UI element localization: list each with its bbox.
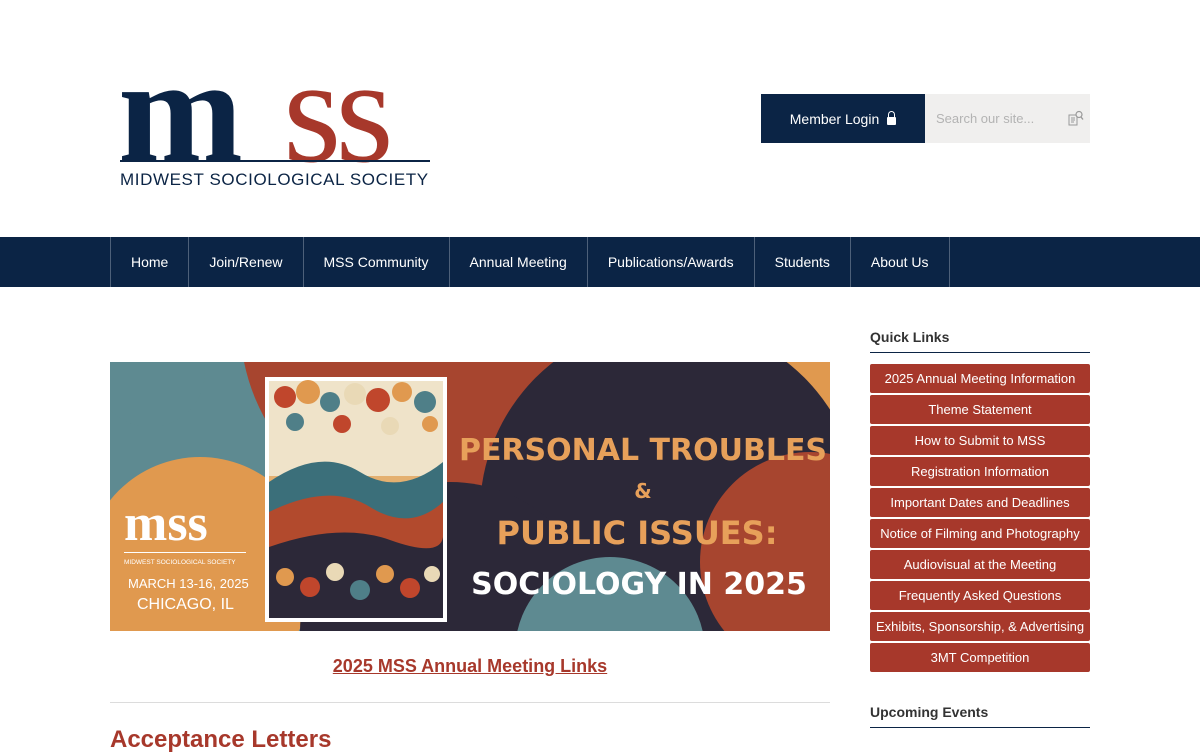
banner-line2: PUBLIC ISSUES: [497, 514, 778, 552]
lock-icon [887, 111, 897, 125]
quick-link-audiovisual[interactable]: Audiovisual at the Meeting [870, 550, 1090, 579]
acceptance-letters-heading: Acceptance Letters [110, 726, 332, 753]
upcoming-events-heading: Upcoming Events [870, 704, 1090, 728]
annual-meeting-links-link[interactable]: 2025 MSS Annual Meeting Links [110, 656, 830, 677]
quick-links-list: 2025 Annual Meeting Information Theme St… [870, 364, 1090, 674]
quick-link-dates-deadlines[interactable]: Important Dates and Deadlines [870, 488, 1090, 517]
banner-location: CHICAGO, IL [137, 596, 234, 613]
logo-ss-letters: ss [283, 28, 394, 194]
nav-annual-meeting[interactable]: Annual Meeting [450, 237, 588, 287]
logo-m-letter: m [118, 28, 243, 194]
member-login-button[interactable]: Member Login [761, 94, 925, 143]
main-navigation: Home Join/Renew MSS Community Annual Mee… [0, 237, 1200, 287]
quick-links-heading: Quick Links [870, 329, 1090, 353]
logo-rule [120, 160, 430, 162]
quick-link-3mt[interactable]: 3MT Competition [870, 643, 1090, 672]
nav-home[interactable]: Home [111, 237, 190, 287]
nav-publications-awards[interactable]: Publications/Awards [588, 237, 755, 287]
quick-link-registration[interactable]: Registration Information [870, 457, 1090, 486]
logo-subtitle: MIDWEST SOCIOLOGICAL SOCIETY [120, 170, 429, 189]
content-divider [110, 702, 830, 703]
banner-amp: & [634, 479, 651, 503]
quick-link-annual-meeting-info[interactable]: 2025 Annual Meeting Information [870, 364, 1090, 393]
quick-link-faq[interactable]: Frequently Asked Questions [870, 581, 1090, 610]
banner-logo-sub: MIDWEST SOCIOLOGICAL SOCIETY [124, 559, 236, 566]
search-input[interactable] [925, 94, 1061, 143]
banner-logo-text: mss [124, 495, 208, 552]
banner-line3: SOCIOLOGY IN 2025 [471, 567, 807, 602]
search-box [925, 94, 1090, 143]
quick-link-theme-statement[interactable]: Theme Statement [870, 395, 1090, 424]
nav-join-renew[interactable]: Join/Renew [189, 237, 304, 287]
banner-graphic: mss MIDWEST SOCIOLOGICAL SOCIETY MARCH 1… [110, 362, 830, 631]
nav-mss-community[interactable]: MSS Community [304, 237, 450, 287]
search-icon[interactable] [1068, 110, 1084, 126]
site-logo[interactable]: m ss MIDWEST SOCIOLOGICAL SOCIETY [118, 36, 432, 190]
nav-students[interactable]: Students [755, 237, 851, 287]
quick-link-how-to-submit[interactable]: How to Submit to MSS [870, 426, 1090, 455]
banner-line1: PERSONAL TROUBLES [459, 433, 827, 468]
member-login-label: Member Login [789, 110, 880, 127]
quick-link-filming-notice[interactable]: Notice of Filming and Photography [870, 519, 1090, 548]
nav-about-us[interactable]: About Us [851, 237, 950, 287]
annual-meeting-banner[interactable]: mss MIDWEST SOCIOLOGICAL SOCIETY MARCH 1… [110, 362, 830, 631]
quick-link-exhibits[interactable]: Exhibits, Sponsorship, & Advertising [870, 612, 1090, 641]
banner-dates: MARCH 13-16, 2025 [128, 576, 249, 591]
